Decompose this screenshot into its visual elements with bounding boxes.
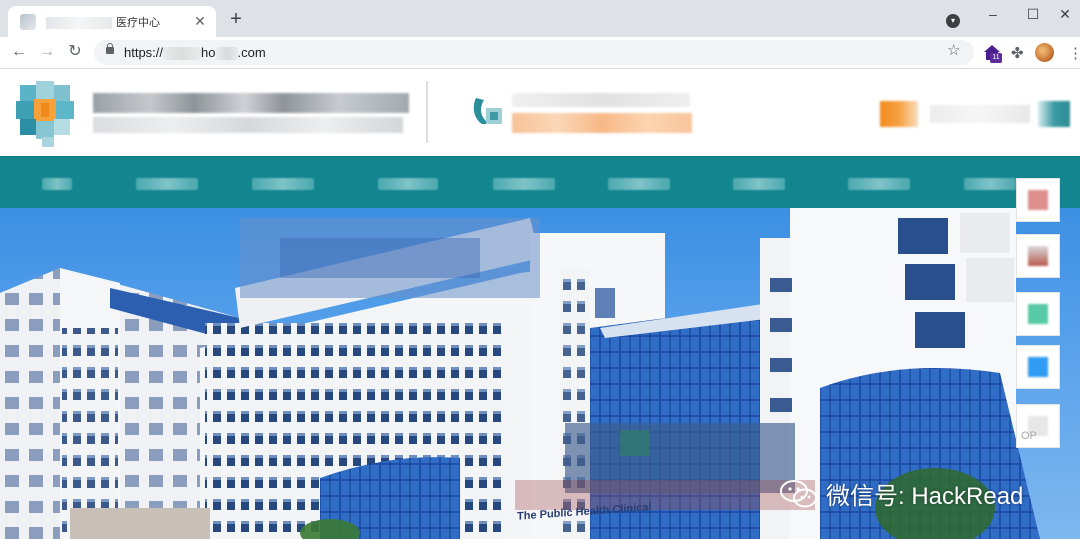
menu-dots-icon[interactable]: ⋮ [1068,44,1080,62]
float-3-icon [1028,304,1048,324]
nav-item-redacted[interactable] [848,178,910,190]
site-favicon-icon [20,13,36,30]
contact-text-redacted [930,105,1030,123]
nav-item-redacted[interactable] [136,178,198,190]
tab-title-redacted [46,16,112,29]
close-window-button[interactable]: ✕ [1050,4,1080,24]
nav-item-redacted[interactable] [42,178,72,190]
nav-item-redacted[interactable] [733,178,785,190]
maximize-button[interactable]: ☐ [1018,4,1048,24]
address-bar[interactable]: https://ho .com [94,40,974,65]
url-text[interactable]: https://ho .com [124,45,266,61]
extensions-puzzle-icon[interactable]: ✤ [1011,44,1024,62]
partner-name-redacted [512,93,690,107]
lock-icon[interactable] [106,43,114,54]
back-to-top-label: OP [1021,430,1037,442]
tab-title: 医疗中心 [46,14,160,30]
url-redacted [215,47,238,61]
nav-item-redacted[interactable] [493,178,555,190]
browser-toolbar: ← → ↻ https://ho .com [0,37,1080,69]
partner-logo-icon[interactable] [470,94,504,128]
float-button-4[interactable] [1016,345,1060,389]
tab-search-icon[interactable]: ▾ [946,14,960,28]
nav-item-redacted[interactable] [608,178,670,190]
float-4-icon [1028,357,1048,377]
float-button-3[interactable] [1016,292,1060,336]
wechat-watermark: 微信号: HackRead [780,476,1023,511]
partner-subtitle-redacted [512,113,692,133]
contact-teal-icon [1038,101,1070,127]
url-redacted [163,47,202,61]
hospital-name-cn-redacted [93,93,409,113]
browser-tab[interactable]: 医疗中心 ✕ [8,6,216,37]
back-arrow-icon[interactable]: ← [8,41,30,63]
site-header [0,69,1080,156]
float-2-icon [1028,246,1048,266]
main-navigation [0,156,1080,209]
float-1-icon [1028,190,1048,210]
extension-badge: 11 [990,53,1002,63]
float-button-1[interactable] [1016,178,1060,222]
reload-icon[interactable]: ↻ [64,41,86,63]
header-divider [426,81,428,143]
phone-icon [880,101,918,127]
float-button-2[interactable] [1016,234,1060,278]
bookmark-star-icon[interactable]: ☆ [947,43,963,59]
watermark-text: 微信号: HackRead [826,483,1024,510]
hospital-logo-icon[interactable] [12,77,84,149]
new-tab-button[interactable]: + [226,9,246,29]
nav-item-redacted[interactable] [252,178,314,190]
profile-avatar[interactable] [1035,43,1054,62]
forward-arrow-icon[interactable]: → [36,41,58,63]
minimize-button[interactable]: – [978,4,1008,24]
hospital-name-en-redacted [93,117,403,133]
nav-item-redacted[interactable] [378,178,438,190]
wechat-icon [780,479,817,507]
close-icon[interactable]: ✕ [192,13,208,29]
nav-item-redacted[interactable] [964,178,1016,190]
tab-strip: 医疗中心 ✕ + ▾ – ☐ ✕ [0,0,1080,37]
